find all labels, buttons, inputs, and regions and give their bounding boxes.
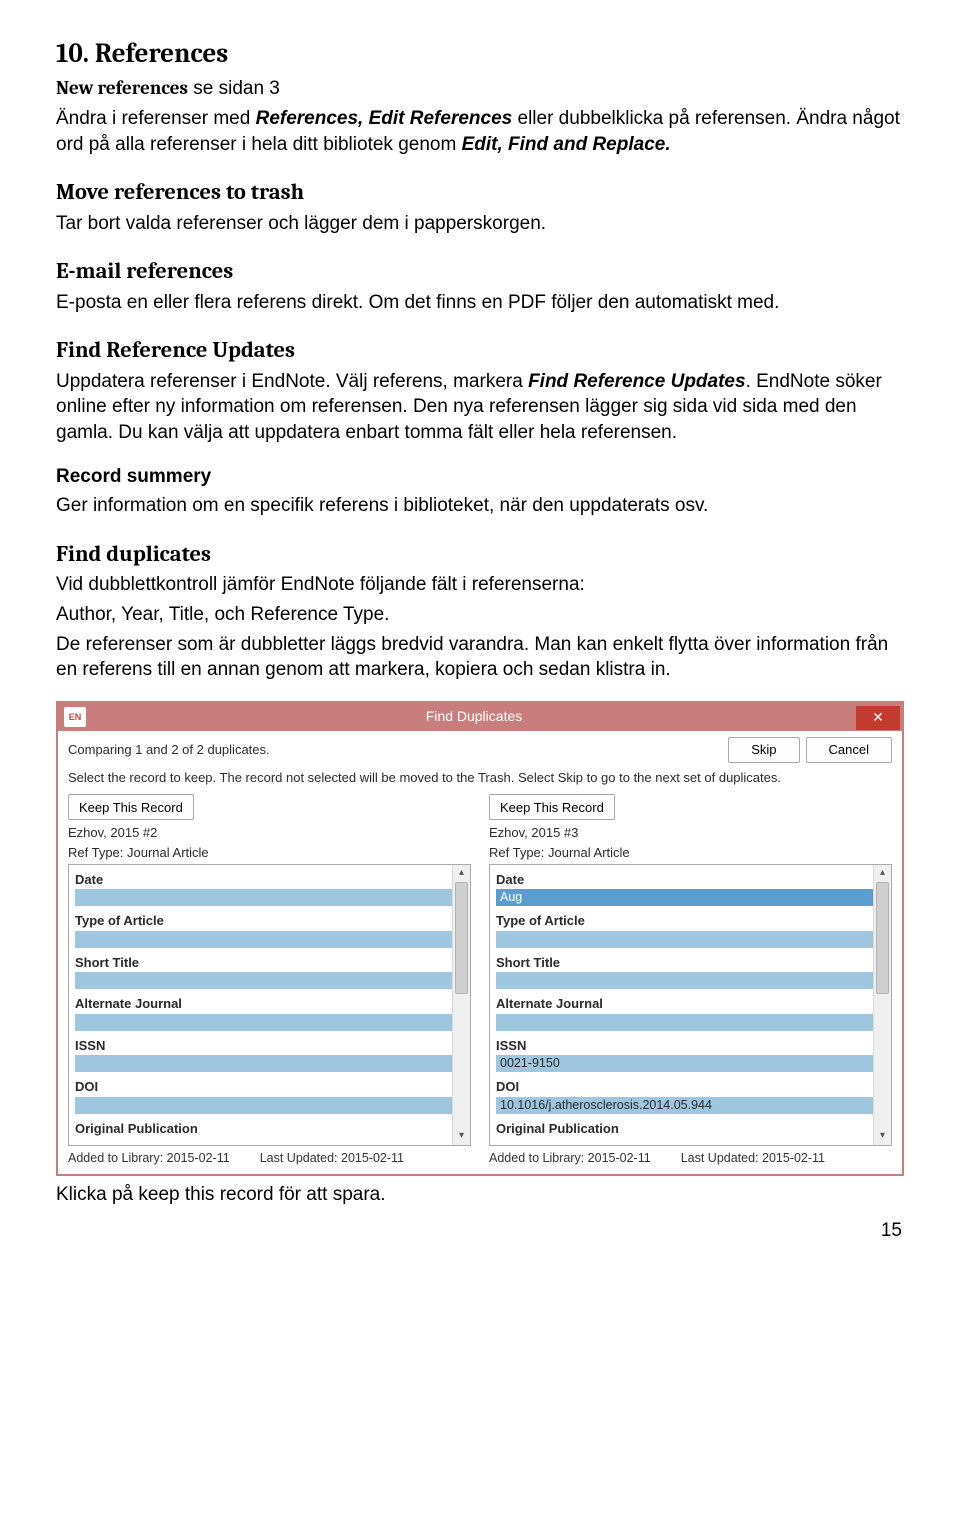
field-label: Date xyxy=(496,867,873,889)
last-updated: Last Updated: 2015-02-11 xyxy=(681,1150,825,1167)
instruction-text: Select the record to keep. The record no… xyxy=(68,769,892,787)
body-text: Author, Year, Title, och Reference Type. xyxy=(56,602,904,628)
field-listbox[interactable]: Date Type of Article Short Title Alterna… xyxy=(68,864,471,1146)
field-label: Date xyxy=(75,867,452,889)
subsection-heading: Move references to trash xyxy=(56,177,904,207)
menu-path: References, Edit References xyxy=(256,108,513,129)
body-text: Klicka på keep this record för att spara… xyxy=(56,1182,904,1208)
field-label: Short Title xyxy=(75,950,452,972)
field-label: Alternate Journal xyxy=(75,991,452,1013)
added-to-library: Added to Library: 2015-02-11 xyxy=(489,1150,651,1167)
body-text: New references se sidan 3 xyxy=(56,76,904,102)
keep-this-record-button[interactable]: Keep This Record xyxy=(68,794,194,820)
field-label: Type of Article xyxy=(496,908,873,930)
comparing-text: Comparing 1 and 2 of 2 duplicates. xyxy=(68,741,722,759)
scroll-down-icon[interactable]: ▾ xyxy=(453,1128,470,1145)
field-value[interactable]: Aug xyxy=(496,889,873,906)
field-value[interactable]: 0021-9150 xyxy=(496,1055,873,1072)
page-number: 15 xyxy=(56,1218,904,1244)
field-value[interactable] xyxy=(75,972,452,989)
subheading-inline: New references xyxy=(56,77,188,99)
scroll-up-icon[interactable]: ▴ xyxy=(874,865,891,882)
scrollbar[interactable]: ▴ ▾ xyxy=(873,865,891,1145)
body-text: E-posta en eller flera referens direkt. … xyxy=(56,290,904,316)
duplicate-pane-right: Keep This Record Ezhov, 2015 #3 Ref Type… xyxy=(489,794,892,1166)
record-reftype: Ref Type: Journal Article xyxy=(68,844,471,862)
field-value[interactable]: 10.1016/j.atherosclerosis.2014.05.944 xyxy=(496,1097,873,1114)
text: Ändra i referenser med xyxy=(56,108,256,129)
field-label: Short Title xyxy=(496,950,873,972)
last-updated: Last Updated: 2015-02-11 xyxy=(260,1150,404,1167)
record-id: Ezhov, 2015 #2 xyxy=(68,824,471,842)
duplicate-pane-left: Keep This Record Ezhov, 2015 #2 Ref Type… xyxy=(68,794,471,1166)
close-icon[interactable]: ✕ xyxy=(856,706,900,730)
menu-path: Edit, Find and Replace. xyxy=(462,134,671,155)
field-value[interactable] xyxy=(75,1097,452,1114)
subsection-heading: E-mail references xyxy=(56,256,904,286)
field-label: Original Publication xyxy=(496,1116,873,1138)
field-listbox[interactable]: Date Aug Type of Article Short Title Alt… xyxy=(489,864,892,1146)
cancel-button[interactable]: Cancel xyxy=(806,737,892,763)
body-text: Ger information om en specifik referens … xyxy=(56,493,904,519)
find-duplicates-dialog: EN Find Duplicates ✕ Comparing 1 and 2 o… xyxy=(56,701,904,1177)
subsection-heading: Find Reference Updates xyxy=(56,335,904,365)
scroll-thumb[interactable] xyxy=(455,882,468,994)
body-text: Record summery xyxy=(56,464,904,490)
subheading-inline: Record summery xyxy=(56,466,211,487)
keep-this-record-button[interactable]: Keep This Record xyxy=(489,794,615,820)
menu-path: Find Reference Updates xyxy=(528,371,746,392)
record-reftype: Ref Type: Journal Article xyxy=(489,844,892,862)
scroll-up-icon[interactable]: ▴ xyxy=(453,865,470,882)
field-label: Type of Article xyxy=(75,908,452,930)
text: se sidan 3 xyxy=(188,78,280,99)
field-label: DOI xyxy=(75,1074,452,1096)
field-value[interactable] xyxy=(75,1055,452,1072)
field-value[interactable] xyxy=(496,972,873,989)
field-label: ISSN xyxy=(75,1033,452,1055)
body-text: Tar bort valda referenser och lägger dem… xyxy=(56,211,904,237)
body-text: Vid dubblettkontroll jämför EndNote följ… xyxy=(56,572,904,598)
subsection-heading: Find duplicates xyxy=(56,539,904,569)
section-heading: 10. References xyxy=(56,36,904,72)
scroll-down-icon[interactable]: ▾ xyxy=(874,1128,891,1145)
body-text: Ändra i referenser med References, Edit … xyxy=(56,106,904,157)
field-value[interactable] xyxy=(75,1014,452,1031)
scroll-thumb[interactable] xyxy=(876,882,889,994)
field-value[interactable] xyxy=(75,931,452,948)
dialog-titlebar[interactable]: EN Find Duplicates ✕ xyxy=(58,703,902,731)
scrollbar[interactable]: ▴ ▾ xyxy=(452,865,470,1145)
field-value[interactable] xyxy=(496,1014,873,1031)
field-label: Original Publication xyxy=(75,1116,452,1138)
field-value[interactable] xyxy=(496,931,873,948)
body-text: De referenser som är dubbletter läggs br… xyxy=(56,632,904,683)
skip-button[interactable]: Skip xyxy=(728,737,799,763)
dialog-title: Find Duplicates xyxy=(92,707,856,726)
added-to-library: Added to Library: 2015-02-11 xyxy=(68,1150,230,1167)
field-label: Alternate Journal xyxy=(496,991,873,1013)
field-label: DOI xyxy=(496,1074,873,1096)
field-label: ISSN xyxy=(496,1033,873,1055)
record-id: Ezhov, 2015 #3 xyxy=(489,824,892,842)
body-text: Uppdatera referenser i EndNote. Välj ref… xyxy=(56,369,904,446)
field-value[interactable] xyxy=(75,889,452,906)
text: Uppdatera referenser i EndNote. Välj ref… xyxy=(56,371,528,392)
app-icon: EN xyxy=(64,707,86,727)
